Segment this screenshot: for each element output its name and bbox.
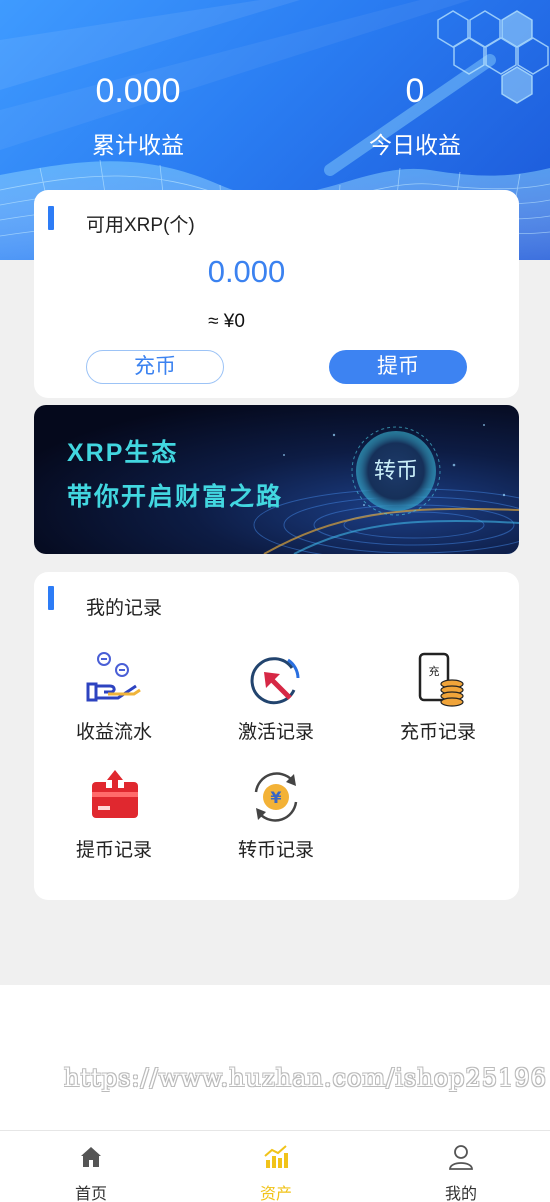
banner-line2: 带你开启财富之路 (67, 483, 284, 511)
bottom-tabbar: 首页 资产 我的 (0, 1130, 550, 1202)
tab-mine-label: 我的 (444, 1186, 477, 1202)
record-withdraw-label: 提币记录 (75, 840, 152, 861)
record-activation-label: 激活记录 (237, 722, 314, 743)
transfer-yuan-icon: ¥ (254, 772, 298, 822)
record-recharge[interactable]: 充 充币记录 (373, 650, 503, 744)
home-icon (81, 1147, 101, 1167)
wallet-card: 可用XRP(个) 0.000 ≈ ¥0 充币 提币 (34, 190, 519, 398)
wallet-title: 可用XRP(个) (86, 215, 195, 236)
today-earnings-label: 今日收益 (369, 132, 461, 158)
tab-home[interactable]: 首页 (36, 1131, 146, 1202)
withdraw-card-icon (92, 770, 138, 818)
record-recharge-label: 充币记录 (399, 722, 476, 743)
record-withdraw[interactable]: 提币记录 (49, 768, 179, 862)
tab-home-label: 首页 (74, 1186, 107, 1202)
today-earnings: 0 今日收益 (315, 72, 515, 160)
records-title-accent (48, 586, 54, 610)
recharge-phone-icon: 充 (418, 652, 464, 707)
activation-arrow-icon (250, 657, 300, 705)
total-earnings: 0.000 累计收益 (38, 72, 238, 160)
records-title: 我的记录 (86, 598, 163, 619)
svg-text:充: 充 (429, 664, 440, 678)
record-income-label: 收益流水 (75, 722, 152, 743)
tab-assets[interactable]: 资产 (221, 1131, 331, 1202)
total-earnings-label: 累计收益 (92, 132, 184, 158)
banner-line1: XRP生态 (67, 439, 179, 467)
watermark: https://www.huzhan.com/ishop25196 (64, 1064, 547, 1092)
today-earnings-value: 0 (405, 72, 425, 110)
tab-mine[interactable]: 我的 (406, 1131, 516, 1202)
promo-banner[interactable]: XRP生态 带你开启财富之路 转币 (34, 405, 519, 554)
transfer-button[interactable]: 转币 (366, 456, 426, 486)
tab-assets-label: 资产 (259, 1186, 292, 1202)
wallet-title-accent (48, 206, 54, 230)
svg-text:¥: ¥ (270, 788, 281, 807)
assets-chart-icon (264, 1145, 288, 1168)
record-income[interactable]: 收益流水 (49, 650, 179, 744)
withdraw-button[interactable]: 提币 (329, 350, 467, 384)
recharge-button[interactable]: 充币 (86, 350, 224, 384)
wallet-approx-value: ≈ ¥0 (208, 311, 245, 332)
user-icon (449, 1145, 473, 1170)
records-card: 我的记录 收益流水 激活记录 充 充币记录 提币记录 ¥ 转币记录 (34, 572, 519, 900)
record-transfer-label: 转币记录 (237, 840, 314, 861)
wallet-amount: 0.000 (207, 254, 286, 289)
income-hand-icon (86, 652, 141, 702)
record-transfer[interactable]: ¥ 转币记录 (211, 768, 341, 862)
total-earnings-value: 0.000 (95, 72, 181, 110)
record-activation[interactable]: 激活记录 (211, 650, 341, 744)
